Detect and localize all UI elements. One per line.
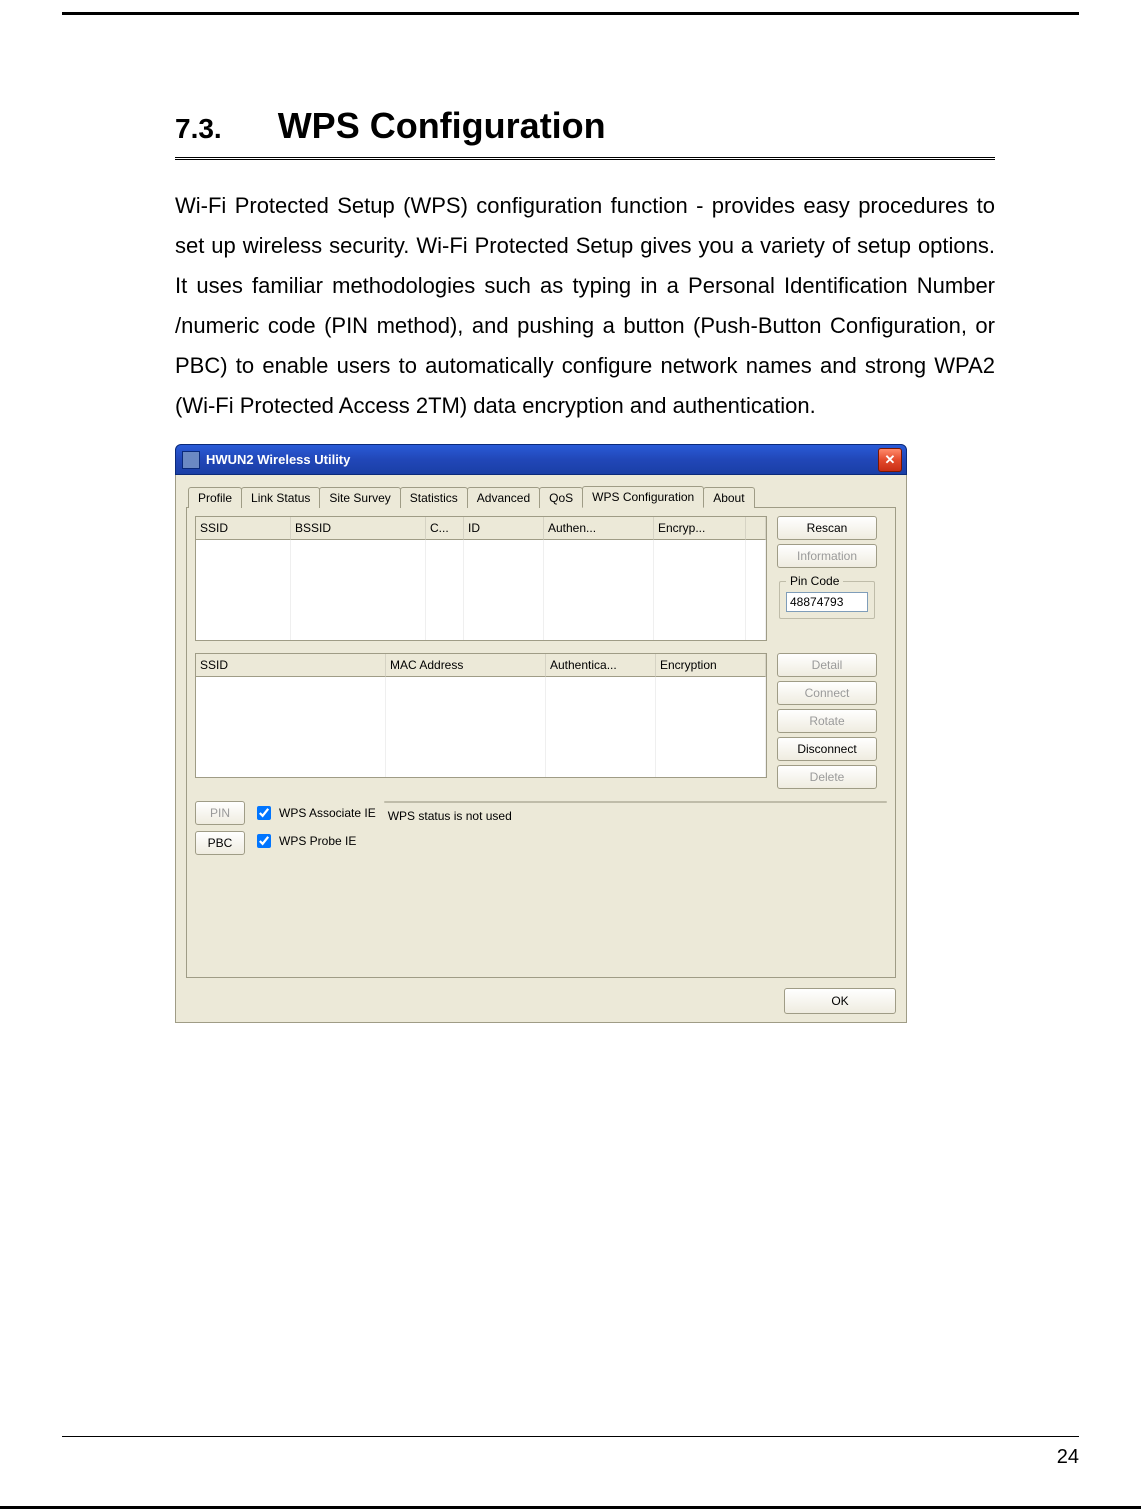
wps-status-text: WPS status is not used (388, 809, 887, 823)
wps-probe-ie-checkbox[interactable]: WPS Probe IE (253, 831, 376, 851)
table-row[interactable] (196, 737, 766, 757)
wps-profile-table[interactable]: SSID MAC Address Authentica... Encryptio… (195, 653, 767, 778)
col-spacer (746, 517, 766, 540)
page-number: 24 (1057, 1446, 1079, 1469)
pin-code-group: Pin Code (779, 574, 875, 619)
ok-button[interactable]: OK (784, 988, 896, 1014)
top-rule (62, 12, 1079, 15)
col2-enc[interactable]: Encryption (656, 654, 766, 677)
col-authen[interactable]: Authen... (544, 517, 654, 540)
rotate-button[interactable]: Rotate (777, 709, 877, 733)
pin-code-legend: Pin Code (786, 574, 843, 588)
tab-statistics[interactable]: Statistics (400, 487, 468, 508)
checkbox-icon[interactable] (257, 834, 271, 848)
connect-button[interactable]: Connect (777, 681, 877, 705)
window-titlebar[interactable]: HWUN2 Wireless Utility ✕ (175, 444, 907, 475)
col-encryp[interactable]: Encryp... (654, 517, 746, 540)
col-id[interactable]: ID (464, 517, 544, 540)
col-ssid[interactable]: SSID (196, 517, 291, 540)
disconnect-button[interactable]: Disconnect (777, 737, 877, 761)
section-title: WPS Configuration (278, 105, 606, 147)
pin-code-input[interactable] (786, 592, 868, 612)
pin-button[interactable]: PIN (195, 801, 245, 825)
window-title: HWUN2 Wireless Utility (206, 452, 878, 467)
information-button[interactable]: Information (777, 544, 877, 568)
app-icon (182, 451, 200, 469)
table-row[interactable] (196, 540, 766, 560)
tab-bar: Profile Link Status Site Survey Statisti… (186, 485, 896, 508)
tab-advanced[interactable]: Advanced (467, 487, 540, 508)
tab-qos[interactable]: QoS (539, 487, 583, 508)
wps-associate-ie-checkbox[interactable]: WPS Associate IE (253, 803, 376, 823)
table-row[interactable] (196, 580, 766, 600)
table-row[interactable] (196, 697, 766, 717)
section-heading: 7.3. WPS Configuration (175, 105, 995, 160)
wireless-utility-window: HWUN2 Wireless Utility ✕ Profile Link St… (175, 444, 907, 1023)
table-row[interactable] (196, 620, 766, 640)
delete-button[interactable]: Delete (777, 765, 877, 789)
wps-associate-label: WPS Associate IE (279, 806, 376, 820)
tab-site-survey[interactable]: Site Survey (319, 487, 400, 508)
tab-profile[interactable]: Profile (188, 487, 242, 508)
section-number: 7.3. (175, 113, 222, 145)
wps-status-box-empty (384, 801, 887, 803)
tab-link-status[interactable]: Link Status (241, 487, 320, 508)
wps-network-table[interactable]: SSID BSSID C... ID Authen... Encryp... (195, 516, 767, 641)
close-icon[interactable]: ✕ (878, 448, 902, 472)
checkbox-icon[interactable] (257, 806, 271, 820)
col2-mac[interactable]: MAC Address (386, 654, 546, 677)
pbc-button[interactable]: PBC (195, 831, 245, 855)
col2-ssid[interactable]: SSID (196, 654, 386, 677)
table-row[interactable] (196, 717, 766, 737)
table-row[interactable] (196, 560, 766, 580)
col2-auth[interactable]: Authentica... (546, 654, 656, 677)
section-paragraph: Wi-Fi Protected Setup (WPS) configuratio… (175, 186, 995, 426)
table-row[interactable] (196, 677, 766, 697)
tab-about[interactable]: About (703, 487, 754, 508)
col-c[interactable]: C... (426, 517, 464, 540)
tab-wps-configuration[interactable]: WPS Configuration (582, 486, 704, 508)
rescan-button[interactable]: Rescan (777, 516, 877, 540)
footer-rule (62, 1436, 1079, 1437)
detail-button[interactable]: Detail (777, 653, 877, 677)
table-row[interactable] (196, 600, 766, 620)
col-bssid[interactable]: BSSID (291, 517, 426, 540)
wps-probe-label: WPS Probe IE (279, 834, 356, 848)
table-row[interactable] (196, 757, 766, 777)
